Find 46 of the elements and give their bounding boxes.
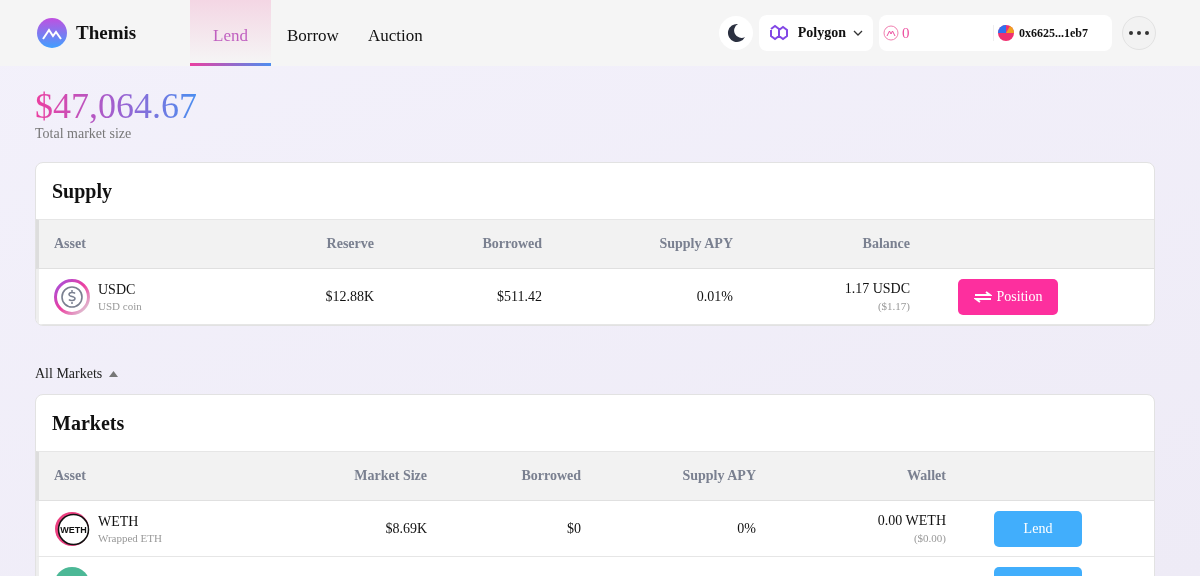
chevron-down-icon (853, 30, 863, 36)
network-selector[interactable]: Polygon (758, 15, 873, 51)
asset-symbol: USDC (98, 281, 137, 298)
usd-amount: ($1.17) (876, 300, 910, 312)
table-cell-text: 0.01% (695, 288, 733, 305)
nav-tab[interactable]: Borrow (278, 0, 347, 66)
table-cell-text: 0% (736, 520, 756, 537)
column-header: Borrowed (481, 236, 542, 252)
brand-name: Themis (76, 22, 137, 44)
asset-name: Wrapped ETH (98, 531, 162, 544)
column-header: Asset (54, 236, 87, 252)
more-button[interactable] (1122, 16, 1156, 50)
more-icon (1129, 31, 1149, 35)
wallet-amount: 1.17 USDC (843, 281, 910, 297)
all-markets-toggle[interactable]: All Markets (35, 366, 119, 382)
card-title: Markets (51, 411, 126, 436)
coin-icon: WETH (54, 510, 90, 547)
column-header: Balance (861, 236, 910, 252)
points-balance: 0 (883, 24, 993, 42)
wallet-address[interactable]: 0x6625...1eb7 (993, 25, 1088, 41)
column-header: Wallet (906, 468, 946, 484)
linked-hexagons-icon (768, 24, 791, 42)
logo-icon (37, 18, 67, 48)
table-cell-text: $511.42 (496, 288, 542, 305)
logo-icon (883, 25, 899, 41)
column-header: Market Size (353, 468, 427, 484)
dollar-coin-icon (54, 278, 90, 315)
avatar-icon (998, 25, 1014, 41)
asset-symbol: WETH (98, 513, 140, 530)
total-market-label: Total market size (35, 126, 133, 142)
table-cell-text: $12.88K (324, 288, 374, 305)
usd-amount: ($0.00) (912, 532, 946, 544)
swap-icon (973, 290, 992, 303)
column-header: Supply APY (658, 236, 733, 252)
column-header: Asset (54, 468, 87, 484)
table-cell-text: $0 (566, 520, 581, 537)
column-header: Borrowed (520, 468, 581, 484)
column-header: Supply APY (681, 468, 756, 484)
dark-mode-button[interactable] (718, 16, 753, 50)
column-header: Reserve (325, 236, 374, 252)
card-title: Supply (51, 179, 114, 205)
nav-tab[interactable]: Auction (359, 0, 431, 66)
table-cell-text: $8.69K (384, 520, 427, 537)
asset-name: USD coin (98, 299, 142, 312)
wallet-amount: 0.00 WETH (876, 513, 946, 529)
moon-icon (725, 23, 746, 43)
